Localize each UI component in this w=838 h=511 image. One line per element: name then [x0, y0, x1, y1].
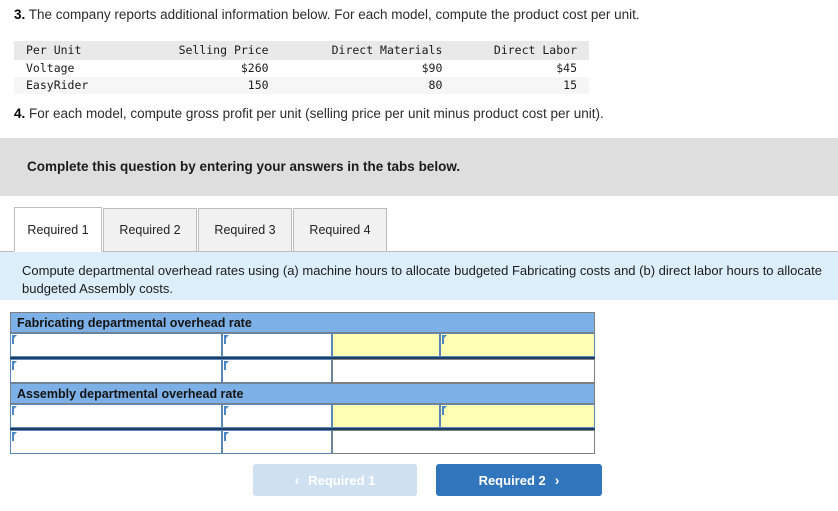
tab-required-3-label: Required 3 — [214, 223, 276, 237]
assembly-row1-cell1-input[interactable] — [10, 404, 222, 428]
question-3-prompt: 3. The company reports additional inform… — [0, 6, 838, 24]
question-3-text: The company reports additional informati… — [28, 7, 640, 22]
row-label-voltage: Voltage — [26, 61, 75, 75]
fabricating-row1-cell2-input[interactable] — [222, 333, 332, 357]
grid-section-header-assembly: Assembly departmental overhead rate — [10, 383, 595, 404]
next-requirement-button-label: Required 2 — [478, 472, 546, 488]
fabricating-row2-result-cell — [332, 359, 595, 383]
column-header-direct-materials: Direct Materials — [280, 41, 455, 60]
column-header-per-unit: Per Unit — [14, 41, 137, 60]
tab-required-1[interactable]: Required 1 — [14, 207, 102, 252]
voltage-direct-labor: $45 — [556, 61, 577, 75]
question-3-number: 3. — [14, 7, 26, 22]
requirement-tab-strip: Required 1 Required 2 Required 3 Require… — [0, 207, 838, 252]
question-4-number: 4. — [14, 106, 26, 121]
row-label-easyrider: EasyRider — [14, 77, 137, 94]
grid-row — [10, 430, 595, 454]
grid-section-header-assembly-label: Assembly departmental overhead rate — [17, 386, 244, 401]
assembly-row1-cell2-input[interactable] — [222, 404, 332, 428]
prev-requirement-button-label: Required 1 — [308, 472, 376, 488]
banner-text: Complete this question by entering your … — [27, 159, 461, 174]
table-row: Voltage $260 $90 $45 — [14, 60, 589, 77]
easyrider-direct-materials: 80 — [280, 77, 455, 94]
voltage-direct-materials: $90 — [421, 61, 443, 75]
fabricating-row1-cell3-input[interactable] — [332, 333, 440, 357]
tab-instruction-text: Compute departmental overhead rates usin… — [22, 263, 822, 296]
tab-required-1-label: Required 1 — [27, 222, 89, 237]
assembly-row2-cell2-input[interactable] — [222, 430, 332, 454]
tab-instruction-panel: Compute departmental overhead rates usin… — [0, 252, 838, 300]
fabricating-row2-cell1-input[interactable] — [10, 359, 222, 383]
next-requirement-button[interactable]: Required 2 › — [436, 464, 602, 496]
column-header-direct-labor: Direct Labor — [454, 41, 589, 60]
table-header-row: Per Unit Selling Price Direct Materials … — [14, 41, 589, 60]
prev-requirement-button[interactable]: ‹ Required 1 — [253, 464, 417, 496]
easyrider-selling-price: 150 — [136, 77, 281, 94]
chevron-left-icon: ‹ — [294, 472, 300, 488]
grid-row — [10, 404, 595, 428]
grid-row — [10, 333, 595, 357]
grid-section-header-fabricating: Fabricating departmental overhead rate — [10, 312, 595, 333]
fabricating-row2-cell2-input[interactable] — [222, 359, 332, 383]
question-4-text: For each model, compute gross profit per… — [29, 106, 604, 121]
easyrider-direct-labor: 15 — [454, 77, 589, 94]
voltage-selling-price: $260 — [240, 61, 269, 75]
assembly-row2-result-cell — [332, 430, 595, 454]
tab-required-3[interactable]: Required 3 — [198, 208, 292, 252]
per-unit-data-table: Per Unit Selling Price Direct Materials … — [14, 41, 589, 94]
assembly-row1-cell3-input[interactable] — [332, 404, 440, 428]
fabricating-row1-cell1-input[interactable] — [10, 333, 222, 357]
tab-required-2-label: Required 2 — [119, 223, 181, 237]
tab-required-4[interactable]: Required 4 — [293, 208, 387, 252]
answer-grid: Fabricating departmental overhead rate A… — [10, 312, 595, 454]
tab-required-2[interactable]: Required 2 — [103, 208, 197, 252]
grid-section-header-fabricating-label: Fabricating departmental overhead rate — [17, 315, 252, 330]
complete-question-banner: Complete this question by entering your … — [0, 138, 838, 196]
tab-required-4-label: Required 4 — [309, 223, 371, 237]
assembly-row2-cell1-input[interactable] — [10, 430, 222, 454]
column-header-selling-price: Selling Price — [136, 41, 281, 60]
fabricating-row1-cell4-input[interactable] — [440, 333, 595, 357]
table-row: EasyRider 150 80 15 — [14, 77, 589, 94]
question-4-prompt: 4. For each model, compute gross profit … — [0, 105, 838, 123]
chevron-right-icon: › — [554, 472, 560, 488]
grid-row — [10, 359, 595, 383]
requirement-nav-bar: ‹ Required 1 Required 2 › — [0, 464, 838, 496]
assembly-row1-cell4-input[interactable] — [440, 404, 595, 428]
